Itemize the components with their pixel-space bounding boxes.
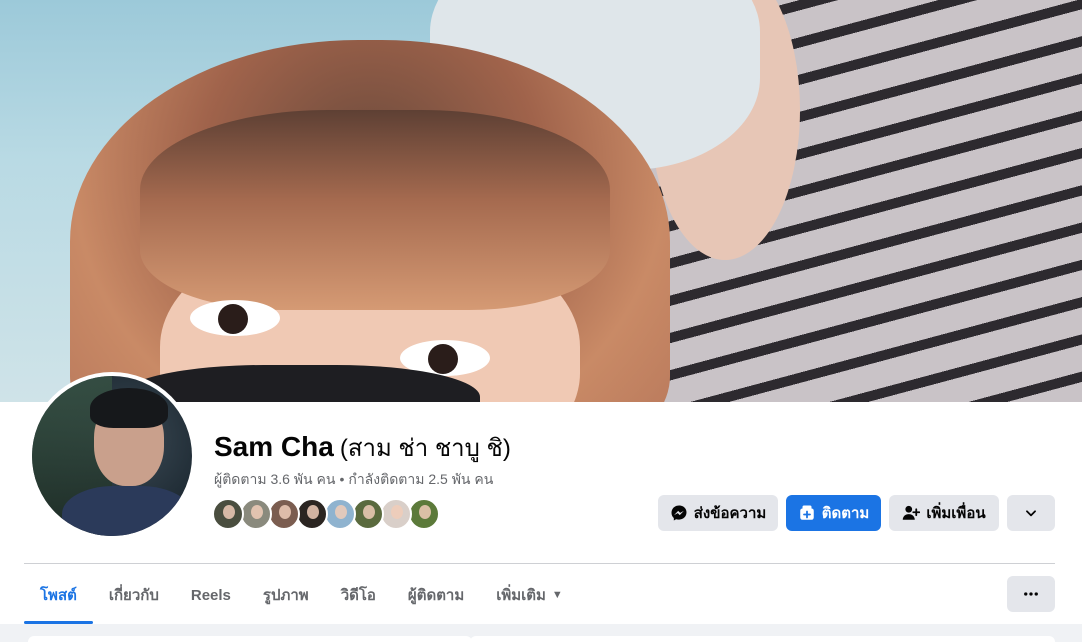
- profile-actions: ส่งข้อความ ติดตาม เพิ่มเพื่อน: [658, 495, 1055, 531]
- add-friend-button-label: เพิ่มเพื่อน: [926, 505, 986, 522]
- tab-videos[interactable]: วิดีโอ: [325, 566, 392, 624]
- profile-name: Sam Cha (สาม ช่า ชาบู ชิ): [214, 428, 511, 464]
- cover-photo[interactable]: [0, 0, 1082, 402]
- more-options-button[interactable]: [1007, 495, 1055, 531]
- feed-card-edge: [470, 636, 1055, 642]
- profile-name-primary: Sam Cha: [214, 431, 334, 462]
- avatar: [32, 376, 192, 536]
- friend-avatar[interactable]: [212, 498, 244, 530]
- message-button-label: ส่งข้อความ: [693, 505, 767, 522]
- add-friend-button[interactable]: เพิ่มเพื่อน: [889, 495, 999, 531]
- ellipsis-icon: [1022, 585, 1040, 603]
- tab-photos[interactable]: รูปภาพ: [247, 566, 325, 624]
- profile-page: Sam Cha (สาม ช่า ชาบู ชิ) ผู้ติดตาม 3.6 พ…: [0, 0, 1082, 642]
- follow-icon: [798, 504, 816, 522]
- header-divider: [24, 563, 1055, 564]
- profile-tabs: โพสต์ เกี่ยวกับ Reels รูปภาพ วิดีโอ ผู้ต…: [24, 566, 579, 624]
- tab-posts[interactable]: โพสต์: [24, 566, 93, 624]
- follow-button-label: ติดตาม: [821, 505, 870, 522]
- friend-avatar[interactable]: [296, 498, 328, 530]
- friend-avatar[interactable]: [380, 498, 412, 530]
- friend-avatar[interactable]: [408, 498, 440, 530]
- stats-separator: •: [339, 471, 345, 487]
- tab-about[interactable]: เกี่ยวกับ: [93, 566, 175, 624]
- follow-button[interactable]: ติดตาม: [786, 495, 881, 531]
- messenger-icon: [670, 504, 688, 522]
- chevron-down-icon: [1022, 504, 1040, 522]
- following-count[interactable]: กำลังติดตาม 2.5 พัน คน: [348, 471, 493, 487]
- friend-avatar[interactable]: [268, 498, 300, 530]
- profile-name-alternate: (สาม ช่า ชาบู ชิ): [339, 435, 511, 462]
- tabs-overflow-button[interactable]: [1007, 576, 1055, 612]
- add-friend-icon: [902, 504, 921, 522]
- message-button[interactable]: ส่งข้อความ: [658, 495, 778, 531]
- mutual-friends-avatars: [212, 498, 440, 532]
- tab-more[interactable]: เพิ่มเติม ▼: [480, 566, 579, 624]
- profile-picture[interactable]: [28, 372, 196, 540]
- friend-avatar[interactable]: [324, 498, 356, 530]
- tab-followers[interactable]: ผู้ติดตาม: [392, 566, 480, 624]
- follow-stats: ผู้ติดตาม 3.6 พัน คน • กำลังติดตาม 2.5 พัน…: [214, 469, 493, 491]
- friend-avatar[interactable]: [240, 498, 272, 530]
- tab-reels[interactable]: Reels: [175, 566, 247, 624]
- followers-count[interactable]: ผู้ติดตาม 3.6 พัน คน: [214, 471, 335, 487]
- friend-avatar[interactable]: [352, 498, 384, 530]
- intro-card-edge: [28, 636, 472, 642]
- caret-down-icon: ▼: [551, 589, 563, 601]
